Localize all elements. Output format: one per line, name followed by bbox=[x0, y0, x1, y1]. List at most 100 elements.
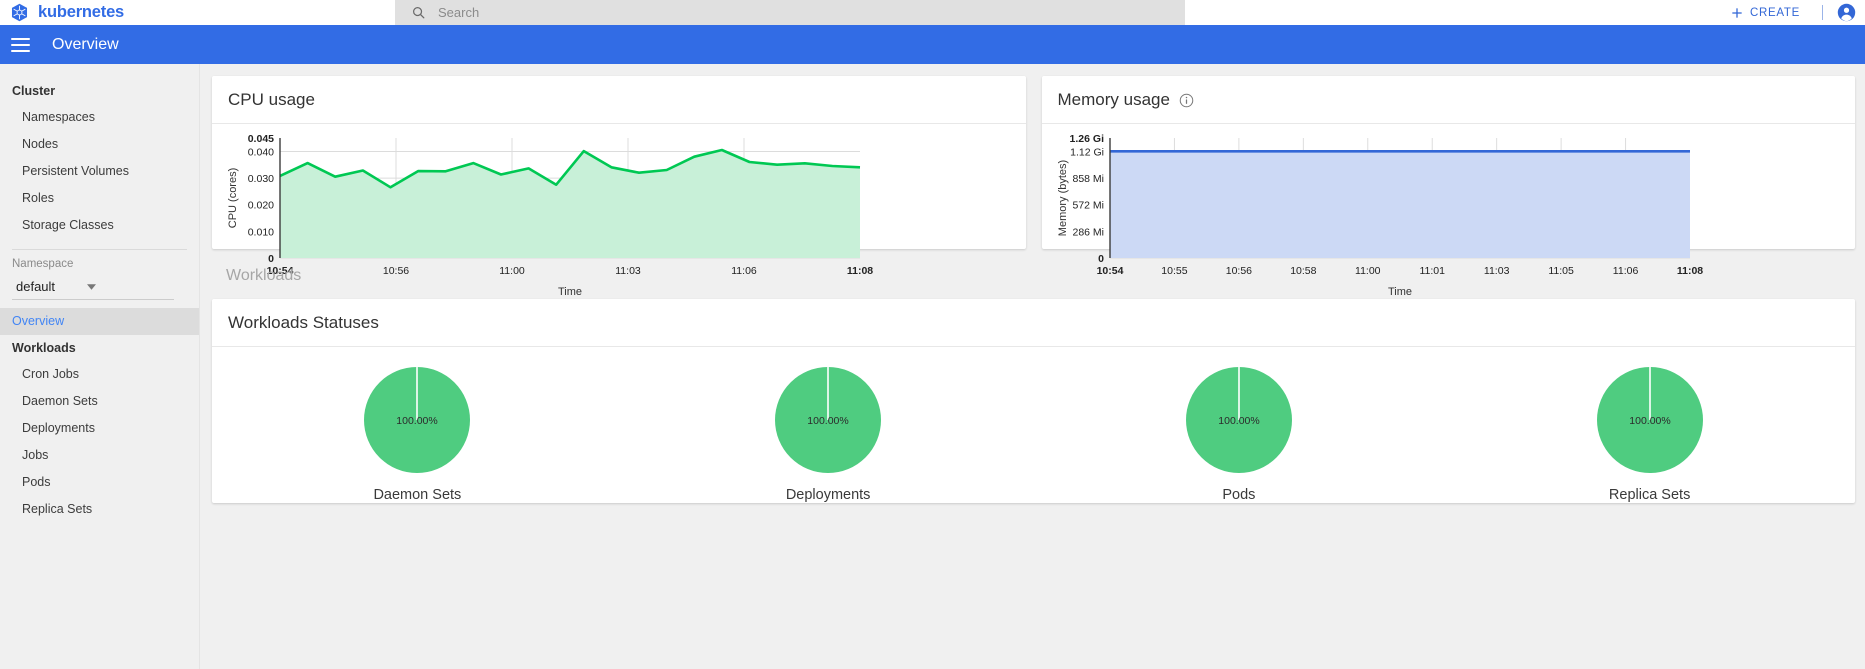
svg-text:10:54: 10:54 bbox=[1096, 265, 1123, 277]
svg-text:Memory (bytes): Memory (bytes) bbox=[1057, 160, 1069, 236]
memory-usage-card: Memory usage 1.26 Gi 1.12 Gi 858 Mi 572 Mi 2… bbox=[1041, 76, 1856, 298]
svg-text:11:03: 11:03 bbox=[615, 265, 641, 277]
sidebar-item-overview[interactable]: Overview bbox=[0, 308, 199, 335]
svg-text:572 Mi: 572 Mi bbox=[1072, 200, 1104, 212]
svg-text:10:55: 10:55 bbox=[1161, 265, 1187, 277]
namespace-select[interactable]: default bbox=[12, 276, 174, 300]
svg-text:11:01: 11:01 bbox=[1419, 265, 1445, 277]
body-wrapper: Cluster Namespaces Nodes Persistent Volu… bbox=[0, 64, 1865, 669]
workloads-pie-row: 100.00% Daemon Sets 100.00% Deployments 100.… bbox=[212, 347, 1855, 503]
kubernetes-helm-icon bbox=[11, 3, 28, 22]
search-input[interactable] bbox=[438, 5, 1138, 20]
memory-usage-chart: 1.26 Gi1.12 Gi 858 Mi 572 Mi 286 Mi 010:54 10… bbox=[1057, 133, 1703, 298]
brand-name: kubernetes bbox=[38, 3, 125, 21]
cpu-card-header: CPU usage bbox=[212, 76, 1026, 124]
svg-text:11:00: 11:00 bbox=[499, 265, 525, 277]
svg-text:Time: Time bbox=[558, 286, 582, 298]
svg-text:286 Mi: 286 Mi bbox=[1072, 226, 1104, 238]
pie-chart-title: Pods bbox=[1222, 487, 1256, 503]
workload-status-pie: 100.00% Replica Sets bbox=[1444, 365, 1855, 503]
cpu-usage-card: CPU usage 0.045 0.040 0.030 0.020 0.010 0 10:5… bbox=[212, 76, 1026, 298]
header-bar: Overview bbox=[0, 25, 1865, 64]
account-circle-icon[interactable] bbox=[1837, 3, 1856, 22]
svg-text:0.030: 0.030 bbox=[248, 173, 274, 185]
info-icon[interactable] bbox=[1179, 93, 1194, 108]
svg-text:0.020: 0.020 bbox=[248, 200, 274, 212]
search-icon bbox=[412, 6, 425, 19]
svg-text:1.26 Gi: 1.26 Gi bbox=[1069, 133, 1104, 145]
svg-text:0.045: 0.045 bbox=[248, 133, 274, 145]
svg-text:Time: Time bbox=[1387, 286, 1411, 298]
workloads-statuses-card: Workloads Statuses 100.00% Daemon Sets 100… bbox=[212, 299, 1855, 503]
sidebar-item-deployments[interactable]: Deployments bbox=[0, 415, 199, 442]
sidebar-section-cluster: Cluster bbox=[12, 84, 56, 98]
sidebar-item-daemon-sets[interactable]: Daemon Sets bbox=[0, 388, 199, 415]
sidebar-item-namespaces[interactable]: Namespaces bbox=[0, 104, 199, 131]
pie-chart[interactable]: 100.00% bbox=[1184, 365, 1294, 475]
pie-chart-title: Daemon Sets bbox=[373, 487, 462, 503]
memory-card-title: Memory usage bbox=[1057, 90, 1170, 109]
svg-text:858 Mi: 858 Mi bbox=[1072, 173, 1104, 185]
sidebar-divider bbox=[12, 249, 187, 250]
svg-text:10:56: 10:56 bbox=[383, 265, 409, 277]
sidebar-item-replica-sets[interactable]: Replica Sets bbox=[0, 496, 199, 523]
svg-text:11:03: 11:03 bbox=[1483, 265, 1509, 277]
svg-text:10:58: 10:58 bbox=[1290, 265, 1316, 277]
svg-text:11:06: 11:06 bbox=[1612, 265, 1638, 277]
pie-chart-title: Deployments bbox=[785, 487, 871, 503]
pie-chart[interactable]: 100.00% bbox=[362, 365, 472, 475]
pie-percentage-label: 100.00% bbox=[1218, 415, 1259, 427]
sidebar: Cluster Namespaces Nodes Persistent Volu… bbox=[0, 64, 200, 669]
create-button-label: CREATE bbox=[1750, 6, 1800, 19]
brand-logo[interactable]: kubernetes bbox=[0, 3, 395, 22]
pie-percentage-label: 100.00% bbox=[807, 415, 848, 427]
workload-status-pie: 100.00% Deployments bbox=[623, 365, 1034, 503]
svg-text:0.040: 0.040 bbox=[248, 146, 274, 158]
workload-status-pie: 100.00% Pods bbox=[1034, 365, 1445, 503]
memory-card-header: Memory usage bbox=[1041, 76, 1855, 124]
pie-chart[interactable]: 100.00% bbox=[773, 365, 883, 475]
pie-chart[interactable]: 100.00% bbox=[1595, 365, 1705, 475]
svg-text:11:08: 11:08 bbox=[847, 265, 873, 277]
sidebar-item-pods[interactable]: Pods bbox=[0, 469, 199, 496]
svg-text:0: 0 bbox=[1098, 253, 1104, 265]
page-title: Overview bbox=[52, 35, 119, 53]
chevron-down-icon bbox=[87, 283, 97, 290]
svg-text:0.010: 0.010 bbox=[248, 226, 274, 238]
toolbar-divider bbox=[1822, 5, 1823, 20]
cpu-chart-body: 0.045 0.040 0.030 0.020 0.010 0 10:54 10:56 11:0… bbox=[212, 124, 1026, 298]
pie-chart-title: Replica Sets bbox=[1608, 487, 1691, 503]
svg-text:CPU (cores): CPU (cores) bbox=[227, 168, 239, 229]
top-bar: kubernetes CREATE bbox=[0, 0, 1865, 25]
namespace-selected-value: default bbox=[16, 279, 56, 294]
hamburger-menu-icon[interactable] bbox=[11, 37, 30, 52]
sidebar-item-persistent-volumes[interactable]: Persistent Volumes bbox=[0, 158, 199, 185]
plus-icon bbox=[1732, 7, 1742, 18]
workload-status-pie: 100.00% Daemon Sets bbox=[212, 365, 623, 503]
pie-percentage-label: 100.00% bbox=[397, 415, 438, 427]
svg-text:1.12 Gi: 1.12 Gi bbox=[1070, 146, 1104, 158]
svg-text:0: 0 bbox=[268, 253, 274, 265]
sidebar-section-workloads: Workloads bbox=[12, 341, 76, 355]
pie-percentage-label: 100.00% bbox=[1629, 415, 1670, 427]
svg-text:11:08: 11:08 bbox=[1676, 265, 1702, 277]
memory-chart-body: 1.26 Gi 1.12 Gi 858 Mi 572 Mi 286 Mi 0 10:54 10… bbox=[1042, 124, 1856, 298]
svg-text:10:56: 10:56 bbox=[1225, 265, 1251, 277]
sidebar-item-storage-classes[interactable]: Storage Classes bbox=[0, 212, 199, 239]
top-bar-actions: CREATE bbox=[1722, 0, 1865, 25]
sidebar-item-nodes[interactable]: Nodes bbox=[0, 131, 199, 158]
cpu-usage-chart: 0.0450.0400.0300.0200.010010:54 10:56 11:0… bbox=[227, 133, 873, 298]
namespace-label: Namespace bbox=[12, 258, 74, 270]
svg-text:11:00: 11:00 bbox=[1355, 265, 1381, 277]
sidebar-item-roles[interactable]: Roles bbox=[0, 185, 199, 212]
create-button[interactable]: CREATE bbox=[1722, 2, 1808, 24]
svg-text:11:06: 11:06 bbox=[731, 265, 757, 277]
search-bar[interactable] bbox=[395, 0, 1185, 25]
sidebar-item-cron-jobs[interactable]: Cron Jobs bbox=[0, 361, 199, 388]
sidebar-item-jobs[interactable]: Jobs bbox=[0, 442, 199, 469]
svg-text:11:05: 11:05 bbox=[1548, 265, 1574, 277]
charts-row: CPU usage 0.045 0.040 0.030 0.020 0.010 0 10:5… bbox=[212, 76, 1856, 298]
main-content: CPU usage 0.045 0.040 0.030 0.020 0.010 0 10:5… bbox=[200, 64, 1865, 669]
cpu-card-title: CPU usage bbox=[228, 90, 315, 109]
